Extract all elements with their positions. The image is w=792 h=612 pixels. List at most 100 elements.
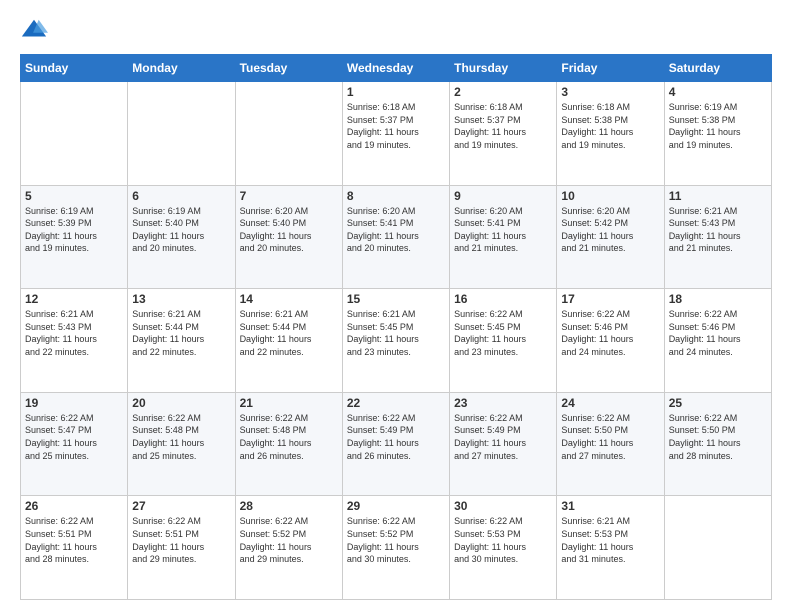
calendar-week-row: 12Sunrise: 6:21 AM Sunset: 5:43 PM Dayli… — [21, 289, 772, 393]
day-number: 7 — [240, 189, 338, 203]
calendar-cell: 20 Sunrise: 6:22 AM Sunset: 5:48 PM Dayli… — [128, 392, 235, 496]
calendar-cell: 29 Sunrise: 6:22 AM Sunset: 5:52 PM Dayli… — [342, 496, 449, 600]
calendar-header-tuesday: Tuesday — [235, 55, 342, 82]
day-info: Sunrise: 6:22 AM Sunset: 5:46 PM Dayligh… — [669, 308, 767, 358]
day-number: 15 — [347, 292, 445, 306]
calendar-cell: 27 Sunrise: 6:22 AM Sunset: 5:51 PM Dayli… — [128, 496, 235, 600]
day-info: Sunrise: 6:18 AM Sunset: 5:37 PM Dayligh… — [454, 101, 552, 151]
day-number: 24 — [561, 396, 659, 410]
day-info: Sunrise: 6:21 AM Sunset: 5:45 PM Dayligh… — [347, 308, 445, 358]
calendar-cell: 28 Sunrise: 6:22 AM Sunset: 5:52 PM Dayli… — [235, 496, 342, 600]
day-number: 25 — [669, 396, 767, 410]
day-info: Sunrise: 6:19 AM Sunset: 5:40 PM Dayligh… — [132, 205, 230, 255]
day-info: Sunrise: 6:21 AM Sunset: 5:53 PM Dayligh… — [561, 515, 659, 565]
day-number: 5 — [25, 189, 123, 203]
calendar-cell: 25 Sunrise: 6:22 AM Sunset: 5:50 PM Dayli… — [664, 392, 771, 496]
day-number: 23 — [454, 396, 552, 410]
day-number: 1 — [347, 85, 445, 99]
day-info: Sunrise: 6:22 AM Sunset: 5:53 PM Dayligh… — [454, 515, 552, 565]
day-number: 14 — [240, 292, 338, 306]
calendar-cell: 19 Sunrise: 6:22 AM Sunset: 5:47 PM Dayli… — [21, 392, 128, 496]
day-number: 21 — [240, 396, 338, 410]
day-number: 8 — [347, 189, 445, 203]
calendar-week-row: 26 Sunrise: 6:22 AM Sunset: 5:51 PM Dayli… — [21, 496, 772, 600]
day-info: Sunrise: 6:22 AM Sunset: 5:52 PM Dayligh… — [240, 515, 338, 565]
day-number: 27 — [132, 499, 230, 513]
day-info: Sunrise: 6:19 AM Sunset: 5:38 PM Dayligh… — [669, 101, 767, 151]
calendar-header-row: SundayMondayTuesdayWednesdayThursdayFrid… — [21, 55, 772, 82]
calendar-header-monday: Monday — [128, 55, 235, 82]
day-number: 6 — [132, 189, 230, 203]
calendar-cell — [235, 82, 342, 186]
calendar-week-row: 5 Sunrise: 6:19 AM Sunset: 5:39 PM Daylig… — [21, 185, 772, 289]
day-number: 2 — [454, 85, 552, 99]
day-number: 31 — [561, 499, 659, 513]
day-number: 4 — [669, 85, 767, 99]
calendar-cell: 26 Sunrise: 6:22 AM Sunset: 5:51 PM Dayli… — [21, 496, 128, 600]
calendar-cell: 31 Sunrise: 6:21 AM Sunset: 5:53 PM Dayli… — [557, 496, 664, 600]
calendar-cell: 5 Sunrise: 6:19 AM Sunset: 5:39 PM Daylig… — [21, 185, 128, 289]
calendar-cell: 22Sunrise: 6:22 AM Sunset: 5:49 PM Dayli… — [342, 392, 449, 496]
calendar-cell: 13 Sunrise: 6:21 AM Sunset: 5:44 PM Dayli… — [128, 289, 235, 393]
day-info: Sunrise: 6:18 AM Sunset: 5:37 PM Dayligh… — [347, 101, 445, 151]
day-info: Sunrise: 6:22 AM Sunset: 5:52 PM Dayligh… — [347, 515, 445, 565]
calendar-cell: 10 Sunrise: 6:20 AM Sunset: 5:42 PM Dayli… — [557, 185, 664, 289]
calendar-cell: 24 Sunrise: 6:22 AM Sunset: 5:50 PM Dayli… — [557, 392, 664, 496]
calendar-cell: 16 Sunrise: 6:22 AM Sunset: 5:45 PM Dayli… — [450, 289, 557, 393]
day-number: 13 — [132, 292, 230, 306]
calendar-header-thursday: Thursday — [450, 55, 557, 82]
day-info: Sunrise: 6:21 AM Sunset: 5:44 PM Dayligh… — [240, 308, 338, 358]
day-info: Sunrise: 6:21 AM Sunset: 5:43 PM Dayligh… — [669, 205, 767, 255]
calendar-cell: 23 Sunrise: 6:22 AM Sunset: 5:49 PM Dayli… — [450, 392, 557, 496]
logo — [20, 16, 52, 44]
day-info: Sunrise: 6:22 AM Sunset: 5:47 PM Dayligh… — [25, 412, 123, 462]
day-info: Sunrise: 6:22 AM Sunset: 5:46 PM Dayligh… — [561, 308, 659, 358]
day-number: 30 — [454, 499, 552, 513]
day-number: 16 — [454, 292, 552, 306]
day-number: 10 — [561, 189, 659, 203]
calendar-cell: 21Sunrise: 6:22 AM Sunset: 5:48 PM Dayli… — [235, 392, 342, 496]
day-number: 19 — [25, 396, 123, 410]
calendar-week-row: 19 Sunrise: 6:22 AM Sunset: 5:47 PM Dayli… — [21, 392, 772, 496]
day-info: Sunrise: 6:20 AM Sunset: 5:41 PM Dayligh… — [347, 205, 445, 255]
calendar-cell: 6 Sunrise: 6:19 AM Sunset: 5:40 PM Daylig… — [128, 185, 235, 289]
day-number: 17 — [561, 292, 659, 306]
calendar-header-wednesday: Wednesday — [342, 55, 449, 82]
day-number: 11 — [669, 189, 767, 203]
day-info: Sunrise: 6:22 AM Sunset: 5:50 PM Dayligh… — [669, 412, 767, 462]
day-number: 26 — [25, 499, 123, 513]
day-info: Sunrise: 6:18 AM Sunset: 5:38 PM Dayligh… — [561, 101, 659, 151]
calendar-header-sunday: Sunday — [21, 55, 128, 82]
day-number: 22 — [347, 396, 445, 410]
day-info: Sunrise: 6:22 AM Sunset: 5:51 PM Dayligh… — [132, 515, 230, 565]
day-info: Sunrise: 6:22 AM Sunset: 5:49 PM Dayligh… — [454, 412, 552, 462]
calendar-cell: 17 Sunrise: 6:22 AM Sunset: 5:46 PM Dayli… — [557, 289, 664, 393]
calendar-header-friday: Friday — [557, 55, 664, 82]
calendar-cell — [664, 496, 771, 600]
day-number: 28 — [240, 499, 338, 513]
day-info: Sunrise: 6:19 AM Sunset: 5:39 PM Dayligh… — [25, 205, 123, 255]
day-info: Sunrise: 6:22 AM Sunset: 5:45 PM Dayligh… — [454, 308, 552, 358]
day-number: 29 — [347, 499, 445, 513]
day-info: Sunrise: 6:20 AM Sunset: 5:40 PM Dayligh… — [240, 205, 338, 255]
day-number: 18 — [669, 292, 767, 306]
calendar-cell: 2 Sunrise: 6:18 AM Sunset: 5:37 PM Daylig… — [450, 82, 557, 186]
calendar-cell: 8 Sunrise: 6:20 AM Sunset: 5:41 PM Daylig… — [342, 185, 449, 289]
calendar-week-row: 1 Sunrise: 6:18 AM Sunset: 5:37 PM Daylig… — [21, 82, 772, 186]
calendar-cell: 9Sunrise: 6:20 AM Sunset: 5:41 PM Daylig… — [450, 185, 557, 289]
day-info: Sunrise: 6:22 AM Sunset: 5:48 PM Dayligh… — [132, 412, 230, 462]
day-number: 20 — [132, 396, 230, 410]
calendar-cell: 12Sunrise: 6:21 AM Sunset: 5:43 PM Dayli… — [21, 289, 128, 393]
calendar-cell: 3 Sunrise: 6:18 AM Sunset: 5:38 PM Daylig… — [557, 82, 664, 186]
day-info: Sunrise: 6:21 AM Sunset: 5:44 PM Dayligh… — [132, 308, 230, 358]
day-info: Sunrise: 6:22 AM Sunset: 5:51 PM Dayligh… — [25, 515, 123, 565]
day-info: Sunrise: 6:22 AM Sunset: 5:50 PM Dayligh… — [561, 412, 659, 462]
calendar-cell: 4 Sunrise: 6:19 AM Sunset: 5:38 PM Daylig… — [664, 82, 771, 186]
logo-icon — [20, 16, 48, 44]
calendar-cell — [128, 82, 235, 186]
calendar-cell: 18 Sunrise: 6:22 AM Sunset: 5:46 PM Dayli… — [664, 289, 771, 393]
page: SundayMondayTuesdayWednesdayThursdayFrid… — [0, 0, 792, 612]
day-info: Sunrise: 6:20 AM Sunset: 5:42 PM Dayligh… — [561, 205, 659, 255]
calendar-cell: 15 Sunrise: 6:21 AM Sunset: 5:45 PM Dayli… — [342, 289, 449, 393]
day-number: 3 — [561, 85, 659, 99]
